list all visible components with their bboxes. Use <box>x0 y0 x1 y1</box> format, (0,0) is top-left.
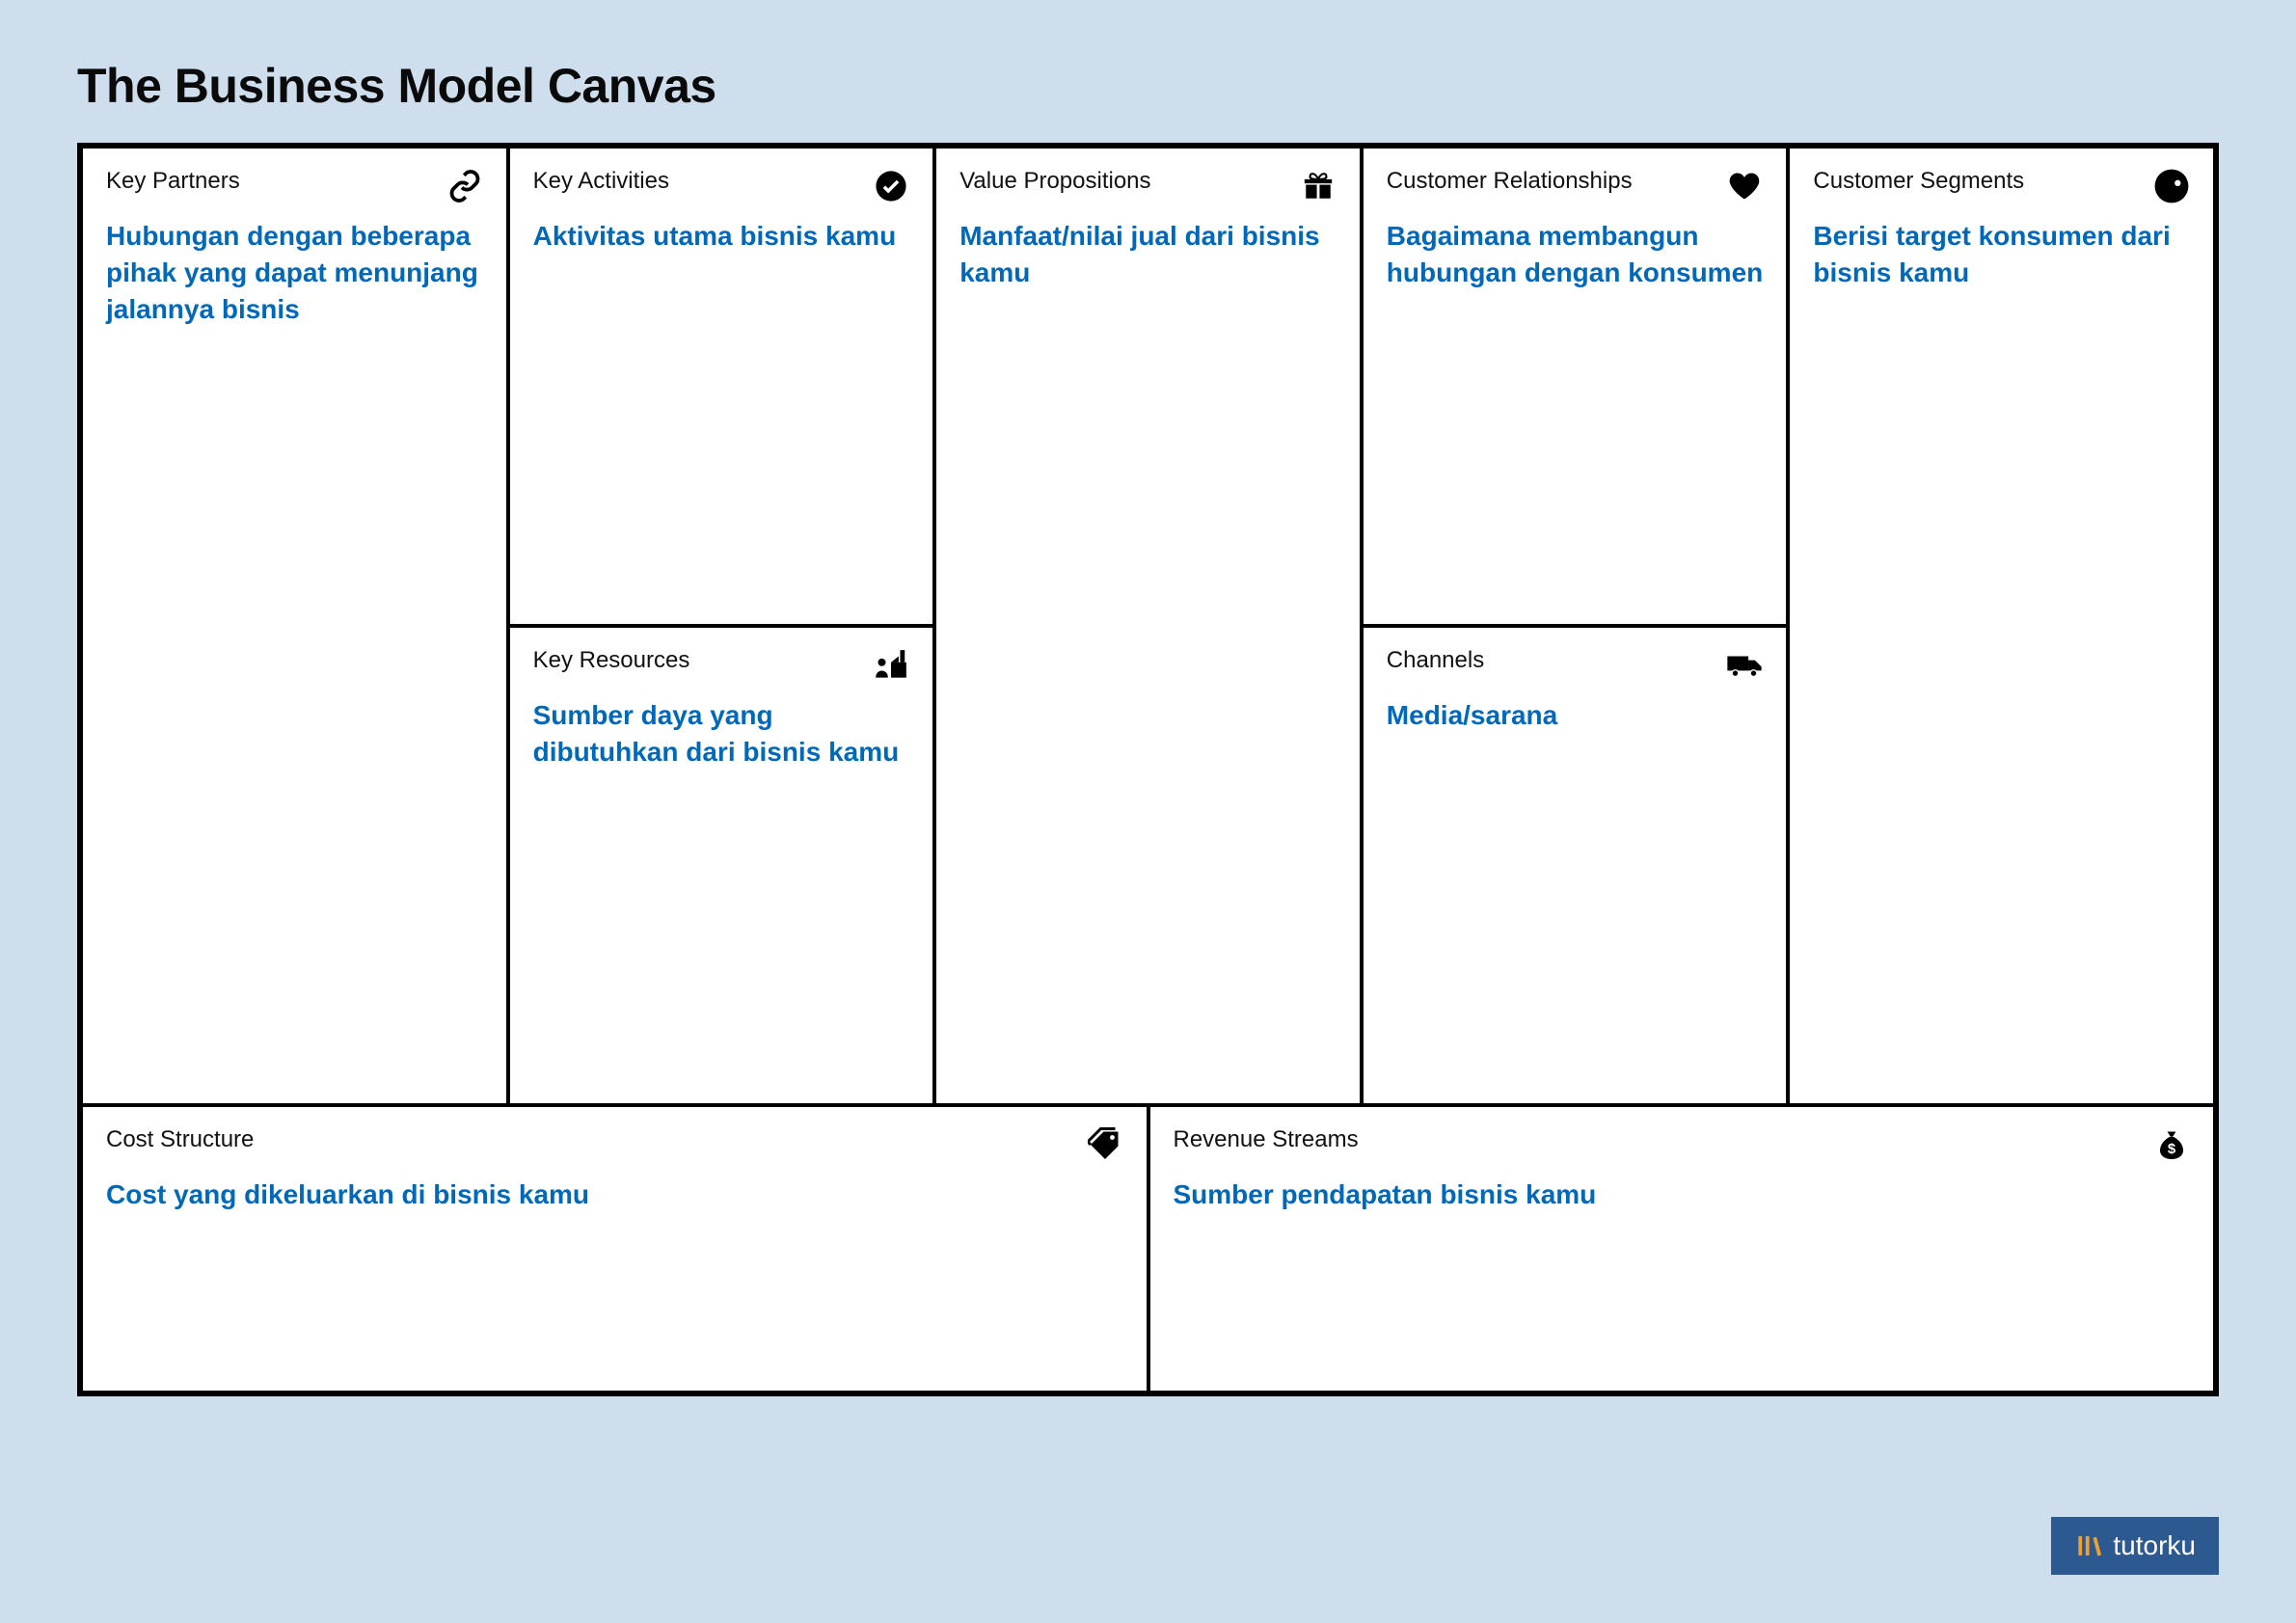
block-customer-segments: Customer Segments Berisi target konsumen… <box>1788 147 2215 1105</box>
block-content: Aktivitas utama bisnis kamu <box>533 218 910 255</box>
svg-text:$: $ <box>2168 1141 2176 1157</box>
block-key-resources: Key Resources Sumber daya yang dibutuhka… <box>508 626 935 1105</box>
block-channels: Channels Media/sarana <box>1362 626 1789 1105</box>
block-cost-structure: Cost Structure Cost yang dikeluarkan di … <box>81 1105 1148 1393</box>
block-content: Berisi target konsumen dari bisnis kamu <box>1813 218 2190 291</box>
block-value-propositions: Value Propositions Manfaat/nilai jual da… <box>934 147 1362 1105</box>
link-icon <box>446 168 483 204</box>
block-customer-relationships: Customer Relationships Bagaimana membang… <box>1362 147 1789 626</box>
block-label: Revenue Streams <box>1174 1126 1359 1153</box>
block-label: Value Propositions <box>959 168 1150 195</box>
business-model-canvas: Key Partners Hubungan dengan beberapa pi… <box>77 143 2219 1396</box>
block-content: Manfaat/nilai jual dari bisnis kamu <box>959 218 1337 291</box>
factory-icon <box>873 647 909 684</box>
page-title: The Business Model Canvas <box>77 58 2219 114</box>
block-content: Cost yang dikeluarkan di bisnis kamu <box>106 1177 1123 1213</box>
block-content: Hubungan dengan beberapa pihak yang dapa… <box>106 218 483 327</box>
branding-badge: tutorku <box>2051 1517 2219 1575</box>
block-content: Bagaimana membangun hubungan dengan kons… <box>1387 218 1764 291</box>
books-icon <box>2074 1531 2103 1560</box>
block-label: Key Resources <box>533 647 690 674</box>
block-revenue-streams: Revenue Streams $ Sumber pendapatan bisn… <box>1148 1105 2216 1393</box>
block-label: Key Partners <box>106 168 240 195</box>
branding-text: tutorku <box>2113 1530 2196 1561</box>
moneybag-icon: $ <box>2153 1126 2190 1163</box>
person-icon <box>2153 168 2190 204</box>
block-label: Customer Segments <box>1813 168 2024 195</box>
block-label: Customer Relationships <box>1387 168 1633 195</box>
block-label: Key Activities <box>533 168 669 195</box>
block-key-activities: Key Activities Aktivitas utama bisnis ka… <box>508 147 935 626</box>
heart-icon <box>1726 168 1763 204</box>
block-content: Media/sarana <box>1387 697 1764 734</box>
block-label: Channels <box>1387 647 1484 674</box>
check-circle-icon <box>873 168 909 204</box>
block-content: Sumber daya yang dibutuhkan dari bisnis … <box>533 697 910 771</box>
block-content: Sumber pendapatan bisnis kamu <box>1174 1177 2191 1213</box>
truck-icon <box>1726 647 1763 684</box>
block-key-partners: Key Partners Hubungan dengan beberapa pi… <box>81 147 508 1105</box>
block-label: Cost Structure <box>106 1126 254 1153</box>
tag-icon <box>1087 1126 1123 1163</box>
gift-icon <box>1300 168 1337 204</box>
